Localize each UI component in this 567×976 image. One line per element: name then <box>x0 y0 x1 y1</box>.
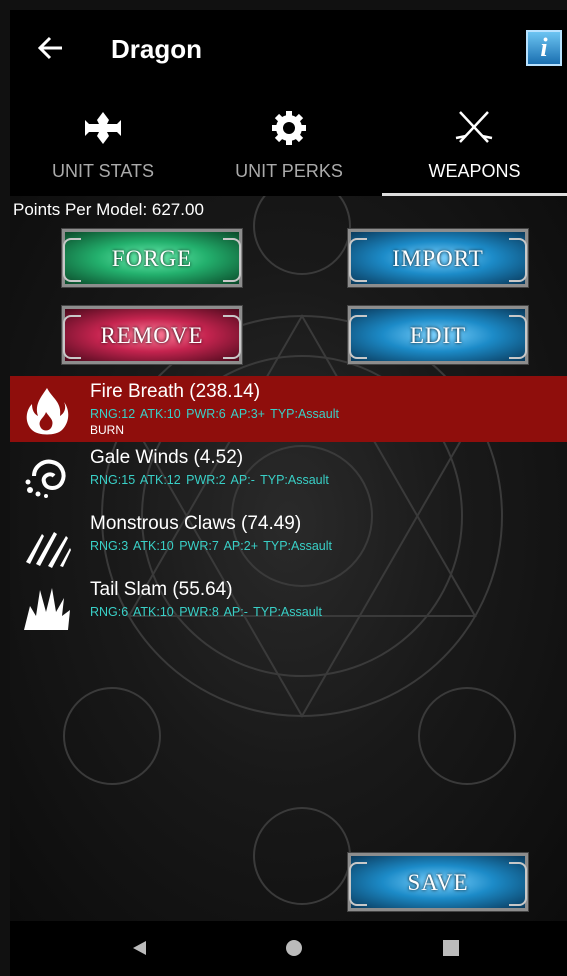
weapon-row[interactable]: Monstrous Claws (74.49) RNG:3 ATK:10 PWR… <box>10 508 567 574</box>
impact-icon <box>24 588 70 630</box>
gear-icon <box>272 111 306 145</box>
weapon-stats: RNG:15 ATK:12 PWR:2 AP:- TYP:Assault <box>90 473 329 487</box>
flame-icon <box>26 388 69 435</box>
app-bar: Dragon i <box>10 10 567 94</box>
save-button-label: SAVE <box>407 870 469 895</box>
weapon-stats: RNG:12 ATK:10 PWR:6 AP:3+ TYP:Assault <box>90 407 339 421</box>
weapon-row[interactable]: Fire Breath (238.14) RNG:12 ATK:10 PWR:6… <box>10 376 567 442</box>
nav-back-icon[interactable] <box>130 939 148 957</box>
forge-button-label: FORGE <box>111 246 193 271</box>
app-screen: Dragon i UNIT STATS UNIT PERKS WEAPONS P… <box>10 10 567 976</box>
import-button[interactable]: IMPORT <box>347 228 529 288</box>
weapon-name: Fire Breath (238.14) <box>90 381 261 402</box>
weapon-name: Gale Winds (4.52) <box>90 447 244 468</box>
weapon-stats: RNG:6 ATK:10 PWR:8 AP:- TYP:Assault <box>90 605 322 619</box>
points-per-model: Points Per Model: 627.00 <box>13 200 204 219</box>
weapon-tag: BURN <box>90 423 125 437</box>
import-button-label: IMPORT <box>392 246 484 271</box>
remove-button[interactable]: REMOVE <box>61 305 243 365</box>
weapon-row[interactable]: Gale Winds (4.52) RNG:15 ATK:12 PWR:2 AP… <box>10 442 567 508</box>
system-nav-bar <box>10 921 567 976</box>
crossed-swords-icon <box>455 111 493 143</box>
remove-button-label: REMOVE <box>100 323 204 348</box>
edit-button[interactable]: EDIT <box>347 305 529 365</box>
tab-unit-stats[interactable]: UNIT STATS <box>10 96 196 196</box>
tab-label: WEAPONS <box>428 161 521 181</box>
wind-spiral-icon <box>25 459 66 498</box>
tab-weapons[interactable]: WEAPONS <box>382 96 567 196</box>
device-frame: Dragon i UNIT STATS UNIT PERKS WEAPONS P… <box>0 0 567 976</box>
back-arrow-icon[interactable] <box>34 32 66 64</box>
edit-button-label: EDIT <box>409 323 467 348</box>
weapon-row[interactable]: Tail Slam (55.64) RNG:6 ATK:10 PWR:8 AP:… <box>10 574 567 640</box>
save-button[interactable]: SAVE <box>347 852 529 912</box>
tab-label: UNIT STATS <box>51 161 154 181</box>
weapon-name: Monstrous Claws (74.49) <box>90 513 302 534</box>
info-button[interactable]: i <box>526 30 562 66</box>
cross-icon <box>85 112 121 144</box>
forge-button[interactable]: FORGE <box>61 228 243 288</box>
page-title: Dragon <box>111 34 202 64</box>
weapon-stats: RNG:3 ATK:10 PWR:7 AP:2+ TYP:Assault <box>90 539 333 553</box>
nav-recents-icon[interactable] <box>442 939 460 957</box>
nav-home-icon[interactable] <box>285 939 303 957</box>
info-icon: i <box>540 33 548 62</box>
tab-label: UNIT PERKS <box>235 161 343 181</box>
tab-bar: UNIT STATS UNIT PERKS WEAPONS <box>10 96 567 196</box>
tab-unit-perks[interactable]: UNIT PERKS <box>196 96 382 196</box>
weapon-name: Tail Slam (55.64) <box>90 579 233 600</box>
claw-marks-icon <box>26 532 71 568</box>
